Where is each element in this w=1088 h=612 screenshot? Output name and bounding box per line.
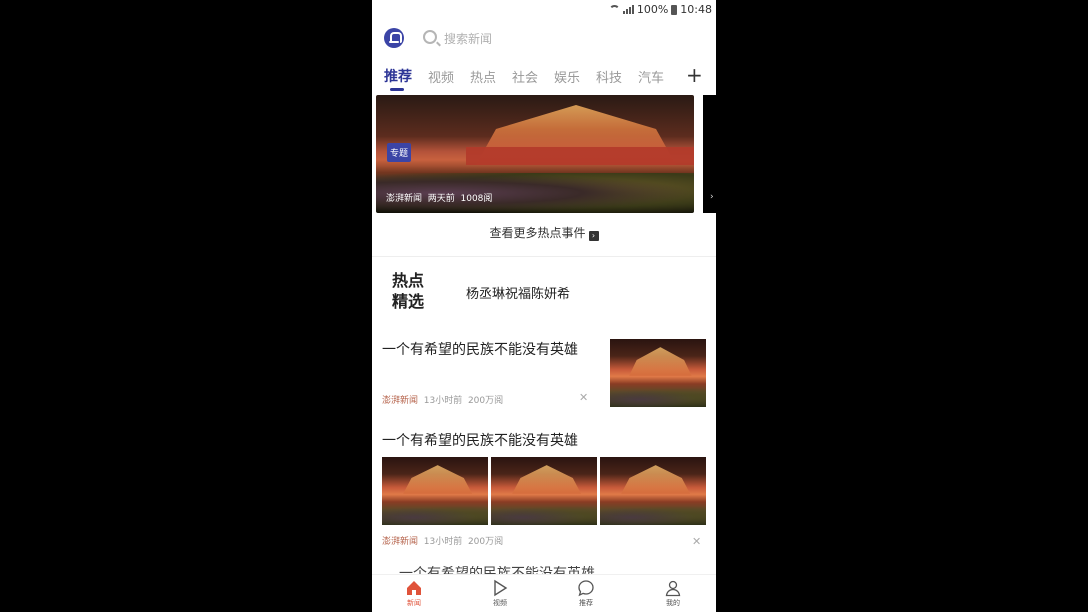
dismiss-icon[interactable]: ✕ [692,535,701,548]
nav-news[interactable]: 新闻 [394,579,434,608]
article-reads: 200万阅 [467,537,504,547]
article-time: 13小时前 [423,537,463,547]
tab-video[interactable]: 视频 [428,67,454,86]
article-thumbnail[interactable] [382,457,488,525]
status-indicators: 100% 10:48 [608,3,712,16]
nav-label: 我的 [666,599,680,607]
banner-time: 两天前 [427,194,455,204]
tab-entertainment[interactable]: 娱乐 [554,67,580,86]
active-tab-indicator [390,88,404,91]
arrow-right-icon: › [588,231,599,241]
add-tab-button[interactable]: + [686,63,703,87]
tab-recommend[interactable]: 推荐 [384,66,412,86]
play-icon [494,579,508,597]
next-banner-peek[interactable]: › [703,95,716,213]
nav-label: 视频 [493,599,507,607]
more-hot-events-link[interactable]: 查看更多热点事件 › [372,224,716,241]
article-thumbnail[interactable] [600,457,706,525]
divider [372,256,716,257]
article-title[interactable]: 一个有希望的民族不能没有英雄 [382,430,578,450]
nav-label: 推荐 [579,599,593,607]
tab-society[interactable]: 社会 [512,67,538,86]
category-tabs: 推荐 视频 热点 社会 娱乐 科技 汽车 + [372,60,716,92]
chat-bubble-icon [578,580,594,597]
user-avatar-icon[interactable] [384,28,404,48]
topic-badge: 专题 [387,143,412,162]
tab-auto[interactable]: 汽车 [638,67,664,86]
search-input[interactable] [444,28,684,50]
more-hot-events-label: 查看更多热点事件 [489,226,586,240]
tab-tech[interactable]: 科技 [596,67,622,86]
article-thumbnail[interactable] [491,457,597,525]
hot-picks-item[interactable]: 杨丞琳祝福陈妍希 [466,283,570,302]
tab-hot[interactable]: 热点 [470,67,496,86]
article-meta: 澎湃新闻 13小时前 200万阅 [382,393,503,406]
article-title[interactable]: 一个有希望的民族不能没有英雄 [382,339,578,359]
nav-video[interactable]: 视频 [480,579,520,608]
article-reads: 200万阅 [467,396,504,406]
hot-picks-title: 热点精选 [392,271,425,311]
article-source: 澎湃新闻 [382,396,419,406]
clock: 10:48 [680,3,712,16]
battery-percent: 100% [636,3,669,16]
dismiss-icon[interactable]: ✕ [579,391,588,404]
nav-label: 新闻 [407,599,421,607]
nav-me[interactable]: 我的 [653,579,693,608]
article-source: 澎湃新闻 [382,537,419,547]
nav-recommend[interactable]: 推荐 [566,579,606,608]
wifi-icon [608,5,620,14]
home-icon [407,581,421,595]
article-thumbnail[interactable] [610,339,706,407]
article-time: 13小时前 [423,396,463,406]
featured-banner[interactable]: 专题 澎湃新闻 两天前 1008阅 [376,95,694,213]
status-bar: 100% 10:48 [372,0,716,22]
top-bar [372,24,716,56]
banner-source: 澎湃新闻 [386,194,423,204]
banner-meta: 澎湃新闻 两天前 1008阅 [386,191,492,204]
search-icon [423,30,437,44]
person-icon [665,580,681,597]
banner-image-wall [466,147,694,165]
bottom-navigation: 新闻 视频 推荐 我的 [372,574,716,612]
phone-screen: 100% 10:48 推荐 视频 热点 社会 娱乐 科技 汽车 + 专题 澎湃新… [372,0,716,612]
banner-reads: 1008阅 [460,194,493,204]
article-meta: 澎湃新闻 13小时前 200万阅 [382,534,503,547]
battery-icon [671,4,678,15]
signal-icon [622,5,634,14]
